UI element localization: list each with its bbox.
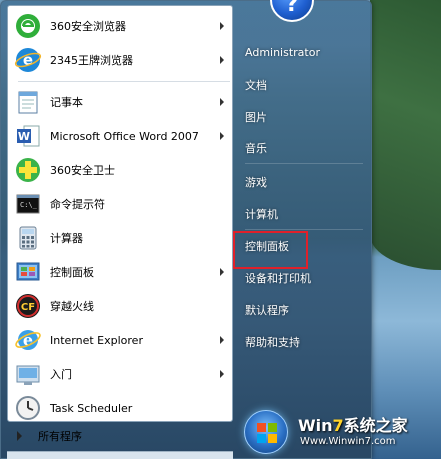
program-item-360-guard[interactable]: 360安全卫士 xyxy=(12,154,230,186)
submenu-arrow-icon xyxy=(220,22,224,30)
program-item-internet-explorer[interactable]: e Internet Explorer xyxy=(12,324,230,356)
right-item-label: 图片 xyxy=(245,111,267,124)
user-name: Administrator xyxy=(245,45,320,59)
watermark-brand-suffix: 系统之家 xyxy=(343,416,408,435)
program-label: 360安全浏览器 xyxy=(50,20,126,33)
right-item-music[interactable]: 音乐 xyxy=(243,136,363,160)
right-item-default-programs[interactable]: 默认程序 xyxy=(243,298,363,322)
2345-browser-icon: e xyxy=(14,46,42,74)
help-icon: ? xyxy=(285,0,299,17)
watermark-brand-prefix: Win xyxy=(298,416,333,435)
windows-logo-icon xyxy=(257,423,277,443)
submenu-arrow-icon xyxy=(220,268,224,276)
highlight-annotation xyxy=(233,231,308,269)
program-label: 控制面板 xyxy=(50,266,94,279)
right-item-help-support[interactable]: 帮助和支持 xyxy=(243,330,363,354)
program-label: 360安全卫士 xyxy=(50,164,115,177)
control-panel-icon xyxy=(14,258,42,286)
program-item-360-browser[interactable]: 360安全浏览器 xyxy=(12,10,230,42)
program-item-getting-started[interactable]: 入门 xyxy=(12,358,230,390)
program-label: 计算器 xyxy=(50,232,83,245)
arrow-right-icon xyxy=(17,431,22,441)
program-item-task-scheduler[interactable]: Task Scheduler xyxy=(12,392,230,424)
right-item-devices-printers[interactable]: 设备和打印机 xyxy=(243,266,363,290)
task-scheduler-icon xyxy=(14,394,42,422)
right-item-label: 计算机 xyxy=(245,208,278,221)
right-item-computer[interactable]: 计算机 xyxy=(243,202,363,226)
program-label: 2345王牌浏览器 xyxy=(50,54,133,67)
all-programs-label: 所有程序 xyxy=(38,430,82,443)
word-icon: W xyxy=(14,122,42,150)
program-item-cmd[interactable]: C:\_ 命令提示符 xyxy=(12,188,230,220)
right-item-label: 帮助和支持 xyxy=(245,336,300,349)
start-menu: 360安全浏览器 e 2345王牌浏览器 记事本 W Microsoft Off… xyxy=(0,0,372,459)
program-item-crossfire[interactable]: CF 穿越火线 xyxy=(12,290,230,322)
svg-text:C:\_: C:\_ xyxy=(20,201,38,209)
right-item-label: 文档 xyxy=(245,79,267,92)
360-guard-icon xyxy=(14,156,42,184)
separator xyxy=(18,81,230,82)
program-label: Task Scheduler xyxy=(50,401,133,415)
svg-text:CF: CF xyxy=(21,302,35,313)
program-item-2345-browser[interactable]: e 2345王牌浏览器 xyxy=(12,44,230,76)
watermark-brand-digit: 7 xyxy=(332,416,344,435)
program-item-calculator[interactable]: 计算器 xyxy=(12,222,230,254)
program-label: Internet Explorer xyxy=(50,333,143,347)
calculator-icon xyxy=(14,224,42,252)
program-item-notepad[interactable]: 记事本 xyxy=(12,86,230,118)
programs-pane: 360安全浏览器 e 2345王牌浏览器 记事本 W Microsoft Off… xyxy=(7,5,233,422)
cmd-icon: C:\_ xyxy=(14,190,42,218)
program-item-word-2007[interactable]: W Microsoft Office Word 2007 xyxy=(12,120,230,152)
right-links-pane: Administrator 文档 图片 音乐 游戏 计算机 控制面板 设备和打印… xyxy=(235,1,373,459)
submenu-arrow-icon xyxy=(220,56,224,64)
program-label: Microsoft Office Word 2007 xyxy=(50,129,199,143)
right-item-label: 设备和打印机 xyxy=(245,272,311,285)
separator xyxy=(245,163,363,164)
notepad-icon xyxy=(14,88,42,116)
ie-icon: e xyxy=(14,326,42,354)
360-browser-icon xyxy=(14,12,42,40)
all-programs-button[interactable]: 所有程序 xyxy=(7,423,233,449)
windows-start-orb[interactable] xyxy=(244,410,288,454)
crossfire-icon: CF xyxy=(14,292,42,320)
program-label: 入门 xyxy=(50,368,72,381)
submenu-arrow-icon xyxy=(220,98,224,106)
program-label: 记事本 xyxy=(50,96,83,109)
right-item-label: 音乐 xyxy=(245,142,267,155)
program-label: 命令提示符 xyxy=(50,198,105,211)
submenu-arrow-icon xyxy=(220,336,224,344)
right-item-documents[interactable]: 文档 xyxy=(243,73,363,97)
watermark-url: Www.Winwin7.com xyxy=(300,436,396,447)
svg-text:W: W xyxy=(18,130,30,143)
submenu-arrow-icon xyxy=(220,132,224,140)
right-item-pictures[interactable]: 图片 xyxy=(243,105,363,129)
program-item-control-panel[interactable]: 控制面板 xyxy=(12,256,230,288)
separator xyxy=(245,229,363,230)
watermark-brand: Win7系统之家 xyxy=(298,412,408,436)
right-item-label: 默认程序 xyxy=(245,304,289,317)
getting-started-icon xyxy=(14,360,42,388)
search-box[interactable] xyxy=(7,451,233,459)
submenu-arrow-icon xyxy=(220,370,224,378)
right-item-label: 游戏 xyxy=(245,176,267,189)
right-item-user[interactable]: Administrator xyxy=(243,40,363,64)
wallpaper-hill xyxy=(370,0,441,270)
site-watermark: Win7系统之家 Www.Winwin7.com xyxy=(298,412,438,456)
right-item-games[interactable]: 游戏 xyxy=(243,170,363,194)
program-label: 穿越火线 xyxy=(50,300,94,313)
